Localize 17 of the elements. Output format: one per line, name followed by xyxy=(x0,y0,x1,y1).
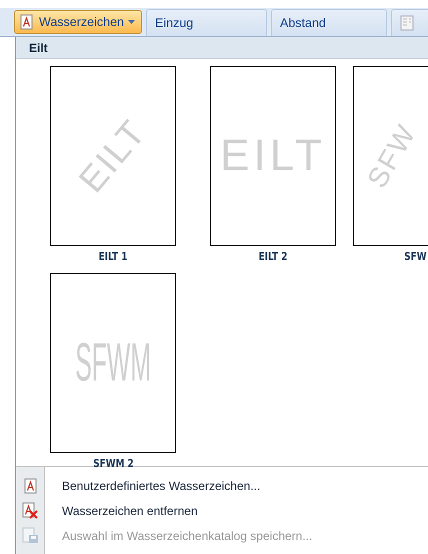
ribbon-tab[interactable] xyxy=(391,9,428,36)
save-to-gallery-icon xyxy=(21,527,39,544)
document-a-icon xyxy=(19,14,34,30)
remove-watermark-icon xyxy=(21,502,39,519)
watermark-label: EILT 1 xyxy=(98,250,128,263)
caret-icon xyxy=(128,20,135,24)
watermark-label: EILT 2 xyxy=(258,250,288,263)
document-a-icon xyxy=(22,478,38,494)
ribbon-tab[interactable]: Einzug xyxy=(146,9,267,36)
menu-item[interactable]: Wasserzeichen entfernen xyxy=(62,504,198,518)
watermark-dropdown-button[interactable]: Wasserzeichen xyxy=(14,10,142,34)
ribbon-tab[interactable]: Abstand xyxy=(271,9,387,36)
page-layout-icon xyxy=(400,15,414,31)
watermark-label: SFWM 2 xyxy=(92,457,134,470)
gallery-heading: Eilt xyxy=(29,40,48,54)
menu-item[interactable]: Benutzerdefiniertes Wasserzeichen... xyxy=(62,478,260,492)
watermark-label: SFW xyxy=(404,250,427,263)
